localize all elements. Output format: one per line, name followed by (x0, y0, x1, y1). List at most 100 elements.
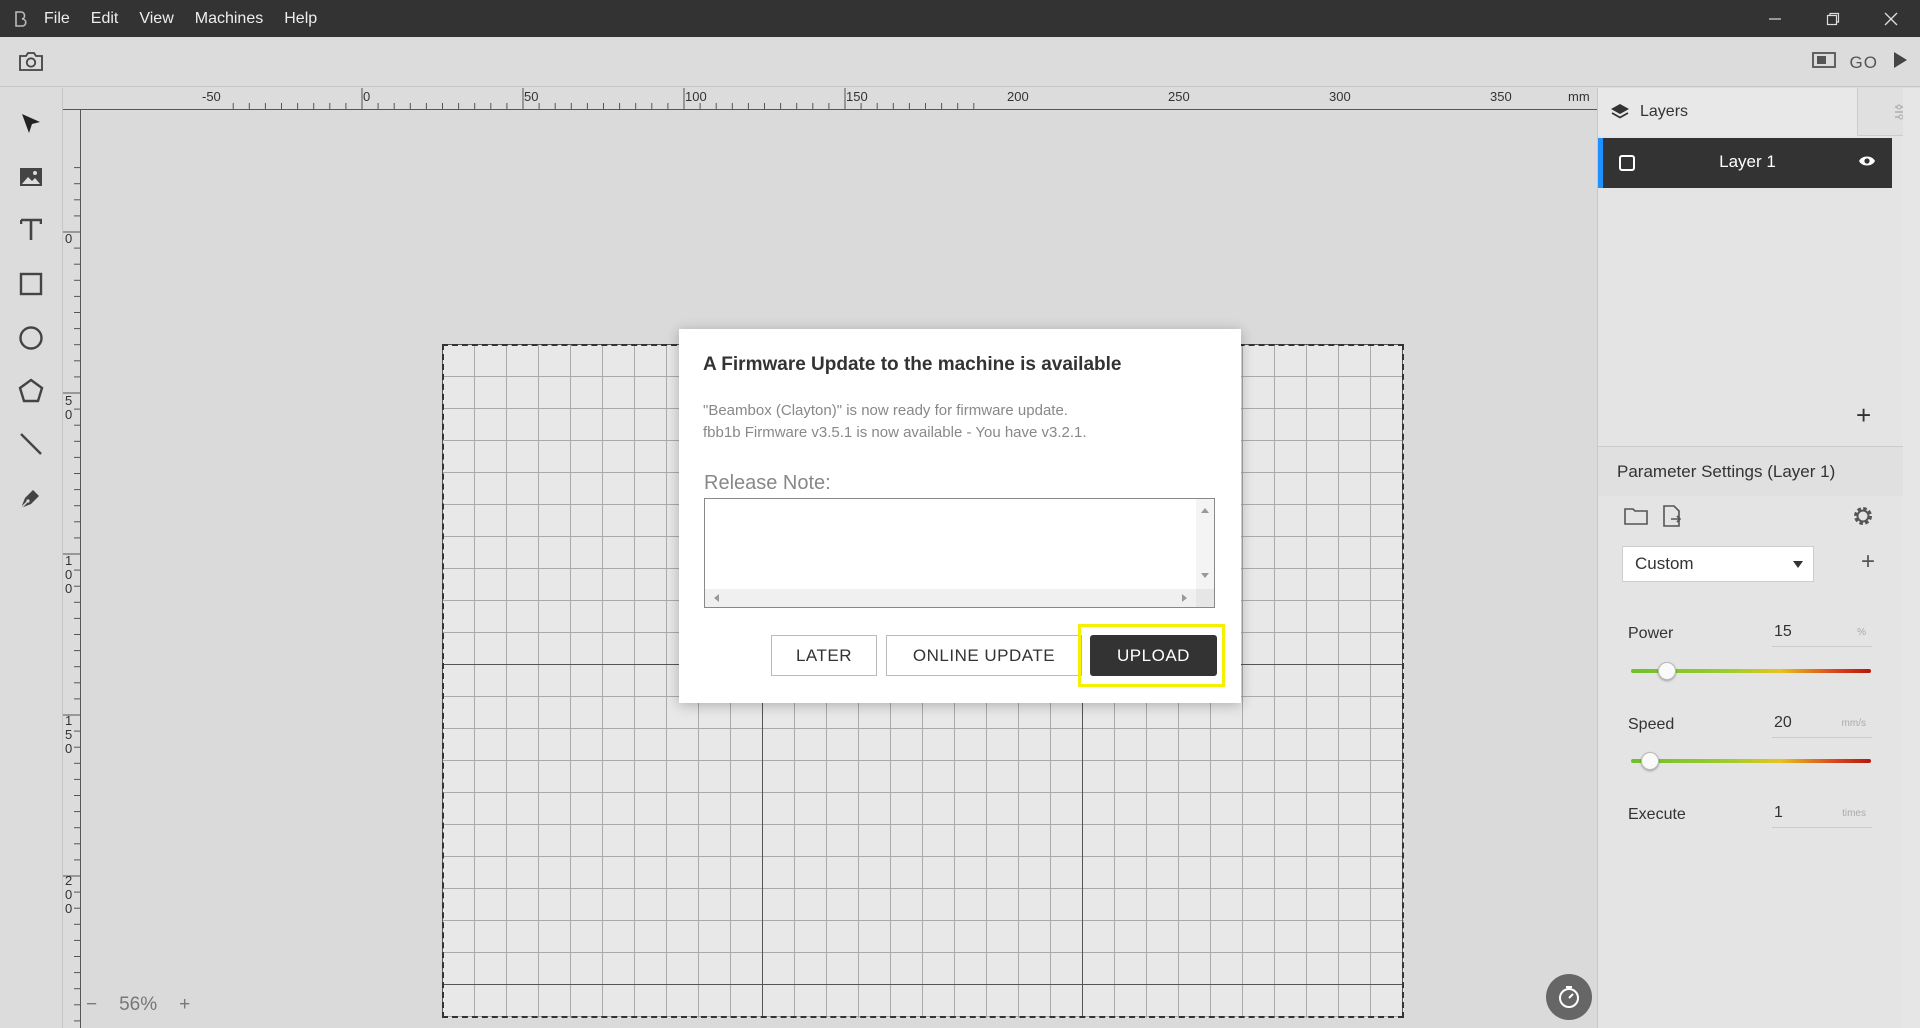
right-panel: Layers Layer 1 + Parameter Settings (Lay… (1597, 88, 1920, 1028)
tab-layers[interactable]: Layers (1598, 88, 1858, 136)
top-toolbar: GO (0, 37, 1920, 87)
scrollbar-corner (1196, 589, 1214, 607)
speed-input[interactable]: 20 mm/s (1772, 714, 1872, 738)
zoom-level: 56% (119, 994, 158, 1015)
ruler-label: 250 (1168, 89, 1190, 104)
release-note-label: Release Note: (704, 472, 831, 494)
zoom-out-button[interactable]: − (86, 994, 97, 1016)
layers-icon (1611, 104, 1629, 119)
rectangle-icon[interactable] (17, 270, 45, 298)
layer-name: Layer 1 (1719, 152, 1776, 171)
execute-label: Execute (1628, 806, 1686, 823)
upload-highlight-box (1078, 624, 1225, 687)
restore-button[interactable] (1804, 0, 1862, 37)
minimize-icon (1769, 17, 1781, 20)
cursor-icon[interactable] (17, 110, 45, 138)
parameter-settings-header: Parameter Settings (Layer 1) (1598, 446, 1920, 496)
power-slider-handle[interactable] (1658, 662, 1676, 680)
execute-input[interactable]: 1 times (1772, 804, 1872, 828)
power-input[interactable]: 15 % (1772, 623, 1872, 647)
ruler-label: 200 (65, 873, 73, 916)
stopwatch-icon (1559, 986, 1579, 1008)
eye-icon[interactable] (1858, 154, 1876, 173)
toolbar-right: GO (1811, 51, 1908, 74)
execute-value: 1 (1774, 804, 1783, 821)
layer-row[interactable]: Layer 1 (1598, 138, 1892, 188)
play-icon[interactable] (1892, 51, 1908, 74)
chevron-down-icon (1793, 561, 1803, 568)
export-file-icon[interactable] (1661, 505, 1683, 532)
menu-view[interactable]: View (139, 10, 173, 28)
text-icon[interactable] (17, 216, 45, 244)
preset-value: Custom (1635, 554, 1694, 573)
title-bar: File Edit View Machines Help (0, 0, 1920, 37)
ruler-label: 50 (524, 89, 539, 104)
layers-header: Layers (1598, 88, 1920, 136)
frame-preview-icon[interactable] (1811, 51, 1836, 74)
camera-icon[interactable] (18, 50, 44, 77)
horizontal-ruler: -50 0 50 100 150 200 250 300 350 mm (63, 88, 1597, 110)
scroll-arrows-icon (1201, 508, 1209, 578)
line-icon[interactable] (17, 430, 45, 458)
menu-file[interactable]: File (44, 10, 70, 28)
add-preset-button[interactable]: + (1861, 548, 1875, 576)
menu-edit[interactable]: Edit (91, 10, 119, 28)
horizontal-scrollbar[interactable] (705, 589, 1196, 607)
gear-icon[interactable] (1851, 504, 1875, 533)
ruler-ticks (232, 88, 975, 110)
add-layer-button[interactable]: + (1856, 400, 1871, 431)
preset-select[interactable]: Custom (1622, 546, 1814, 582)
ruler-label: -50 (202, 89, 221, 104)
polygon-icon[interactable] (17, 377, 45, 405)
power-slider[interactable] (1631, 662, 1871, 680)
minimize-button[interactable] (1746, 0, 1804, 37)
right-scrollbar[interactable] (1903, 88, 1920, 1028)
dialog-message-line1: "Beambox (Clayton)" is now ready for fir… (703, 402, 1068, 419)
go-label[interactable]: GO (1850, 53, 1878, 73)
ruler-label: 50 (65, 393, 73, 422)
layers-tab-label: Layers (1640, 103, 1689, 120)
ruler-label: 100 (65, 553, 73, 596)
online-update-button[interactable]: ONLINE UPDATE (886, 635, 1082, 676)
scroll-arrows-icon (714, 594, 1187, 602)
power-label: Power (1628, 625, 1674, 642)
pen-icon[interactable] (17, 484, 45, 512)
release-note-textarea[interactable] (704, 498, 1215, 608)
execute-unit: times (1842, 808, 1866, 819)
time-estimate-button[interactable] (1546, 974, 1592, 1020)
close-button[interactable] (1862, 0, 1920, 37)
later-button[interactable]: LATER (771, 635, 877, 676)
ruler-label: 100 (685, 89, 707, 104)
ruler-unit: mm (1568, 89, 1590, 104)
restore-icon (1826, 12, 1840, 25)
speed-slider-handle[interactable] (1641, 752, 1660, 770)
ruler-label: 0 (363, 89, 371, 104)
dialog-title: A Firmware Update to the machine is avai… (703, 354, 1122, 375)
power-value: 15 (1774, 623, 1792, 640)
speed-label: Speed (1628, 716, 1675, 733)
power-unit: % (1857, 627, 1866, 638)
ruler-label: 150 (65, 713, 73, 756)
zoom-in-button[interactable]: + (179, 994, 190, 1016)
speed-unit: mm/s (1841, 718, 1866, 729)
vertical-scrollbar[interactable] (1196, 499, 1214, 589)
close-icon (1884, 12, 1898, 25)
vertical-ruler: 0 50 100 150 200 (63, 110, 81, 1028)
dialog-message-line2: fbb1b Firmware v3.5.1 is now available -… (703, 424, 1087, 441)
image-icon[interactable] (17, 163, 45, 191)
menu-help[interactable]: Help (284, 10, 317, 28)
app-logo-icon (12, 10, 30, 28)
folder-icon[interactable] (1624, 506, 1648, 531)
ruler-label: 200 (1007, 89, 1029, 104)
speed-slider[interactable] (1631, 752, 1871, 770)
ruler-label: 350 (1490, 89, 1512, 104)
menu-bar: File Edit View Machines Help (44, 10, 338, 28)
ellipse-icon[interactable] (17, 324, 45, 352)
ruler-label: 150 (846, 89, 868, 104)
window-controls (1746, 0, 1920, 37)
zoom-control: − 56% + (86, 994, 190, 1016)
menu-machines[interactable]: Machines (195, 10, 263, 28)
ruler-label: 0 (65, 231, 73, 246)
left-toolbar (0, 88, 63, 1028)
ruler-label: 300 (1329, 89, 1351, 104)
